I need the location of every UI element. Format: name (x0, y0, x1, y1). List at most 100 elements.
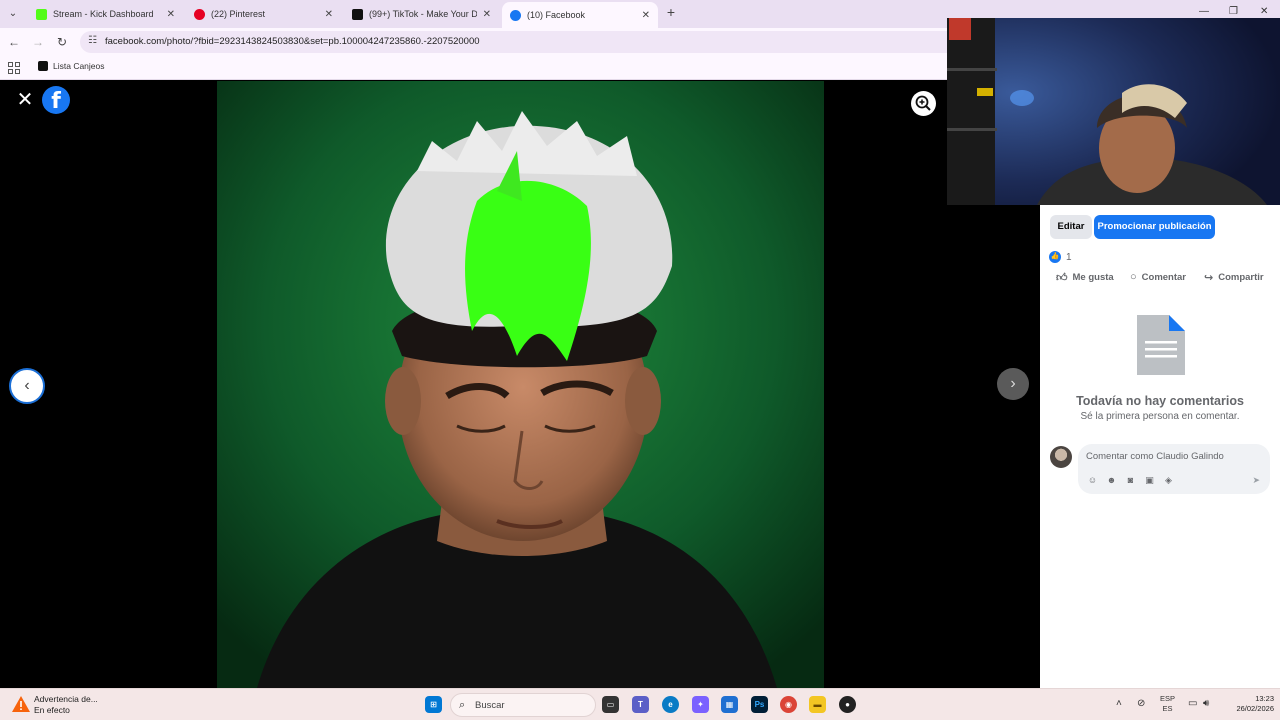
minimize-icon[interactable]: — (1199, 6, 1209, 17)
webcam-overlay (947, 18, 1280, 205)
close-icon[interactable]: ✕ (14, 89, 36, 111)
comment-tools: ☺ ☻ ◙ ▣ ◈ (1086, 475, 1175, 486)
previous-photo-button[interactable]: ‹ (9, 368, 45, 404)
clock-date: 26/02/2026 (1236, 704, 1274, 713)
url-text: facebook.com/photo/?fbid=292314382450383… (105, 36, 480, 47)
chrome-icon[interactable]: ◉ (780, 696, 797, 713)
taskbar-search[interactable]: ⌕ Buscar (450, 693, 596, 717)
emoji-icon[interactable]: ☻ (1105, 475, 1118, 486)
forward-icon[interactable]: → (30, 34, 46, 50)
close-tab-icon[interactable]: ✕ (325, 9, 333, 20)
close-tab-icon[interactable]: ✕ (483, 9, 491, 20)
zoom-in-icon (915, 95, 931, 111)
tab-pinterest[interactable]: (22) Pinterest ✕ (186, 3, 341, 25)
store-icon[interactable]: ▦ (721, 696, 738, 713)
tab-kick[interactable]: Stream - Kick Dashboard ✕ (28, 3, 183, 25)
comment-bubble-icon: ○ (1130, 271, 1137, 283)
lang-top: ESP (1160, 694, 1176, 703)
bookmark-lista-canjeos[interactable]: Lista Canjeos (38, 61, 105, 71)
lang-bottom: ES (1162, 704, 1173, 713)
chevron-right-icon: › (1010, 375, 1016, 392)
like-button[interactable]: 👍︎ Me gusta (1056, 271, 1114, 284)
taskbar: Advertencia de... En efecto ⊞ ⌕ Buscar ▭… (0, 688, 1280, 720)
comment-label: Comentar (1141, 271, 1186, 283)
new-tab-icon[interactable]: + (664, 4, 678, 20)
warning-subtitle: En efecto (34, 705, 70, 715)
warning-title: Advertencia de... (34, 694, 98, 704)
tab-title: Stream - Kick Dashboard (53, 9, 154, 19)
apps-grid-icon[interactable] (8, 62, 20, 74)
share-button[interactable]: ↪ Compartir (1204, 271, 1264, 284)
pinterest-icon (194, 8, 205, 20)
reload-icon[interactable]: ↻ (54, 34, 70, 50)
camera-icon[interactable]: ◙ (1124, 475, 1137, 486)
no-comments-title: Todavía no hay comentarios (1076, 394, 1244, 408)
avatar-sticker-icon[interactable]: ☺ (1086, 475, 1099, 486)
tab-title: (22) Pinterest (211, 9, 266, 19)
no-comments-subtitle: Sé la primera persona en comentar. (1080, 411, 1240, 422)
clock-time: 13:23 (1255, 694, 1274, 703)
share-label: Compartir (1218, 272, 1264, 283)
photoshop-icon[interactable]: Ps (751, 696, 768, 713)
tab-title: (99+) TikTok - Make Your Day (369, 9, 477, 19)
post-actions: 👍︎ Me gusta ○ Comentar ↪ Compartir (1040, 271, 1280, 287)
display-icon[interactable]: ▭ (1188, 698, 1197, 709)
warning-icon[interactable] (12, 696, 30, 712)
file-explorer-icon[interactable]: ▬ (809, 696, 826, 713)
tray-chevron-icon[interactable]: ˄ (1116, 698, 1122, 709)
edge-icon[interactable]: e (662, 696, 679, 713)
comment-placeholder: Comentar como Claudio Galindo (1086, 451, 1224, 462)
screen: ⌄ Stream - Kick Dashboard ✕ (22) Pintere… (0, 0, 1280, 720)
photo (217, 81, 824, 688)
kick-icon (36, 8, 47, 20)
promote-post-button[interactable]: Promocionar publicación (1094, 215, 1215, 239)
facebook-logo[interactable]: f (42, 86, 70, 114)
close-tab-icon[interactable]: ✕ (167, 9, 175, 20)
zoom-in-button[interactable] (911, 91, 936, 116)
reaction-summary[interactable]: 👍 1 (1049, 251, 1072, 263)
search-icon: ⌕ (459, 699, 466, 711)
tab-tiktok[interactable]: (99+) TikTok - Make Your Day ✕ (344, 3, 499, 25)
restore-icon[interactable]: ❐ (1229, 6, 1238, 17)
close-tab-icon[interactable]: ✕ (642, 10, 650, 21)
sticker-icon[interactable]: ◈ (1162, 475, 1175, 486)
next-photo-button[interactable]: › (997, 368, 1029, 400)
language-indicator[interactable]: ESP ES (1160, 694, 1175, 714)
photo-image (217, 81, 824, 688)
photo-viewer: ✕ f ‹ › (0, 81, 1040, 688)
site-settings-icon[interactable]: ☷ (88, 35, 97, 46)
chevron-left-icon: ‹ (24, 377, 30, 394)
facebook-icon (510, 9, 521, 21)
tab-title: (10) Facebook (527, 10, 586, 20)
obs-icon[interactable]: ● (839, 696, 856, 713)
like-label: Me gusta (1072, 272, 1114, 283)
avatar[interactable] (1050, 446, 1072, 468)
windows-start-icon[interactable]: ⊞ (425, 696, 442, 713)
like-reaction-icon: 👍 (1049, 251, 1061, 263)
teams-icon[interactable]: T (632, 696, 649, 713)
comment-button[interactable]: ○ Comentar (1130, 271, 1186, 283)
share-arrow-icon: ↪ (1204, 272, 1214, 284)
tab-search-chevron-icon[interactable]: ⌄ (4, 5, 22, 23)
bookmark-label: Lista Canjeos (53, 61, 105, 71)
task-view-icon[interactable]: ▭ (602, 696, 619, 713)
back-icon[interactable]: ← (6, 34, 22, 50)
window-close-icon[interactable]: ✕ (1260, 6, 1268, 17)
send-icon[interactable]: ➤ (1252, 475, 1260, 486)
warning-notification[interactable]: Advertencia de... En efecto (34, 694, 98, 716)
comment-input[interactable]: Comentar como Claudio Galindo ☺ ☻ ◙ ▣ ◈ … (1078, 444, 1270, 494)
clock[interactable]: 13:23 26/02/2026 (1222, 694, 1274, 714)
document-icon (1137, 315, 1185, 375)
network-off-icon[interactable]: ⊘ (1137, 698, 1145, 709)
webcam-image (947, 18, 1280, 205)
tab-facebook[interactable]: (10) Facebook ✕ (502, 2, 658, 28)
gif-icon[interactable]: ▣ (1143, 475, 1156, 486)
volume-icon[interactable]: 🔊︎ (1203, 698, 1209, 709)
reaction-count: 1 (1066, 251, 1072, 263)
url-field[interactable]: ☷ facebook.com/photo/?fbid=2923143824503… (80, 31, 960, 53)
edit-button[interactable]: Editar (1050, 215, 1092, 239)
search-label: Buscar (475, 700, 505, 711)
copilot-icon[interactable]: ✦ (692, 696, 709, 713)
thumbs-up-icon: 👍︎ (1056, 272, 1068, 284)
tiktok-icon (38, 61, 48, 71)
